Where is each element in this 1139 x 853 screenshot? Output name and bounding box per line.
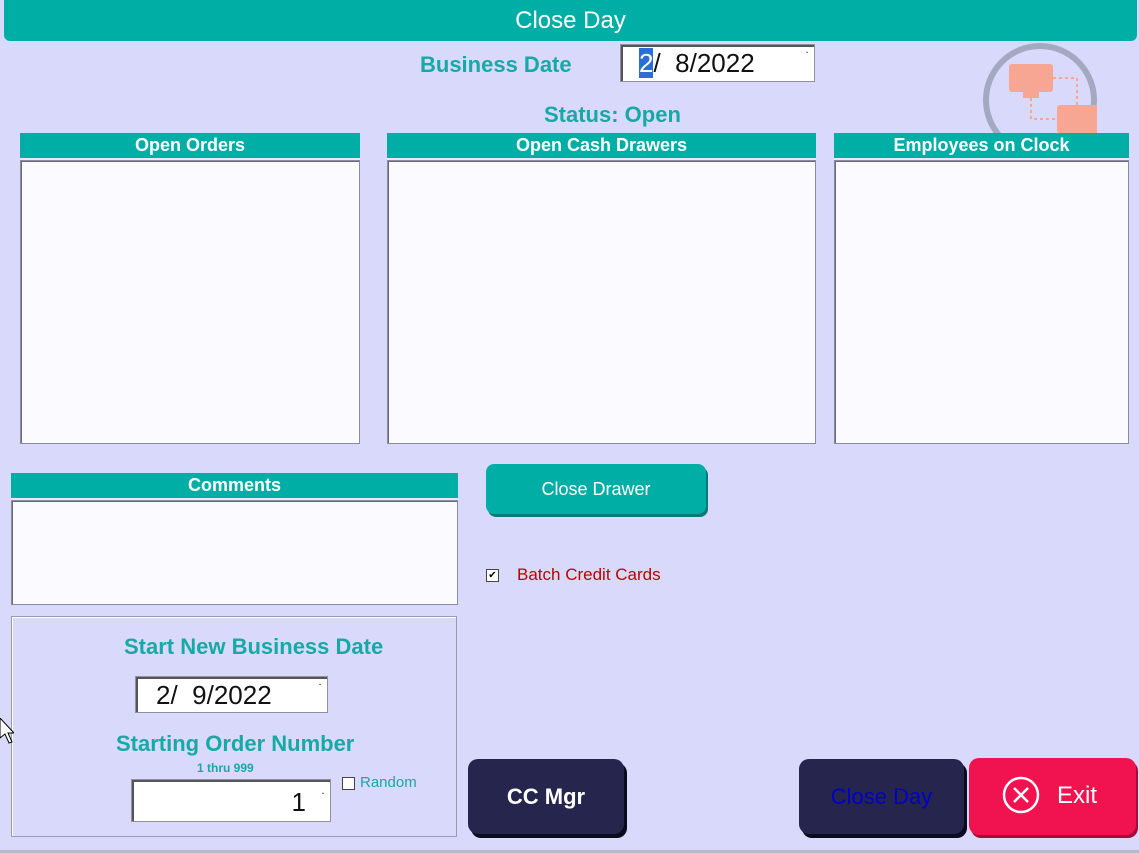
open-cash-drawers-header: Open Cash Drawers xyxy=(387,133,816,160)
starting-order-number-label: Starting Order Number xyxy=(116,731,355,756)
status-text: Status: Open xyxy=(544,102,681,127)
dropdown-arrow-icon[interactable]: ˙ xyxy=(318,681,323,697)
open-orders-header: Open Orders xyxy=(20,133,360,160)
dropdown-arrow-icon[interactable]: ˙ xyxy=(805,49,810,65)
business-date-label: Business Date xyxy=(420,52,572,77)
random-label: Random xyxy=(360,774,417,791)
employees-on-clock-list[interactable] xyxy=(834,160,1129,444)
business-date-selected-segment: 2 xyxy=(639,48,654,78)
business-date-value: / 8/2022 xyxy=(653,48,755,78)
close-circle-icon xyxy=(1001,775,1041,822)
comments-header: Comments xyxy=(11,473,458,500)
exit-label: Exit xyxy=(1057,782,1098,809)
dropdown-arrow-icon[interactable]: ˙ xyxy=(321,790,326,806)
starting-order-number-input[interactable]: 1 ˙ xyxy=(131,779,331,822)
business-date-picker[interactable]: 2/ 8/2022 ˙ xyxy=(620,44,815,82)
close-day-button[interactable]: Close Day xyxy=(799,759,964,834)
employees-on-clock-header: Employees on Clock xyxy=(834,133,1129,160)
window-title: Close Day xyxy=(4,0,1137,41)
new-business-date-title: Start New Business Date xyxy=(124,634,384,659)
order-range-hint: 1 thru 999 xyxy=(197,761,254,775)
open-cash-drawers-list[interactable] xyxy=(387,160,816,444)
random-checkbox[interactable] xyxy=(342,777,355,790)
exit-button[interactable]: Exit xyxy=(969,758,1136,835)
new-business-date-value: 2/ 9/2022 xyxy=(156,680,272,710)
open-orders-panel: Open Orders xyxy=(20,133,360,444)
close-drawer-button[interactable]: Close Drawer xyxy=(486,464,706,514)
comments-panel: Comments xyxy=(11,473,458,605)
cc-mgr-button[interactable]: CC Mgr xyxy=(468,759,624,834)
employees-on-clock-panel: Employees on Clock xyxy=(834,133,1129,444)
comments-textarea[interactable] xyxy=(11,500,458,605)
mouse-cursor-icon xyxy=(0,717,16,749)
new-business-date-picker[interactable]: 2/ 9/2022 ˙ xyxy=(135,676,328,713)
open-cash-drawers-panel: Open Cash Drawers xyxy=(387,133,816,444)
starting-order-number-value: 1 xyxy=(291,787,306,817)
batch-credit-cards-label: Batch Credit Cards xyxy=(517,565,661,584)
batch-credit-cards-checkbox[interactable]: ✔ xyxy=(486,569,499,582)
open-orders-list[interactable] xyxy=(20,160,360,444)
